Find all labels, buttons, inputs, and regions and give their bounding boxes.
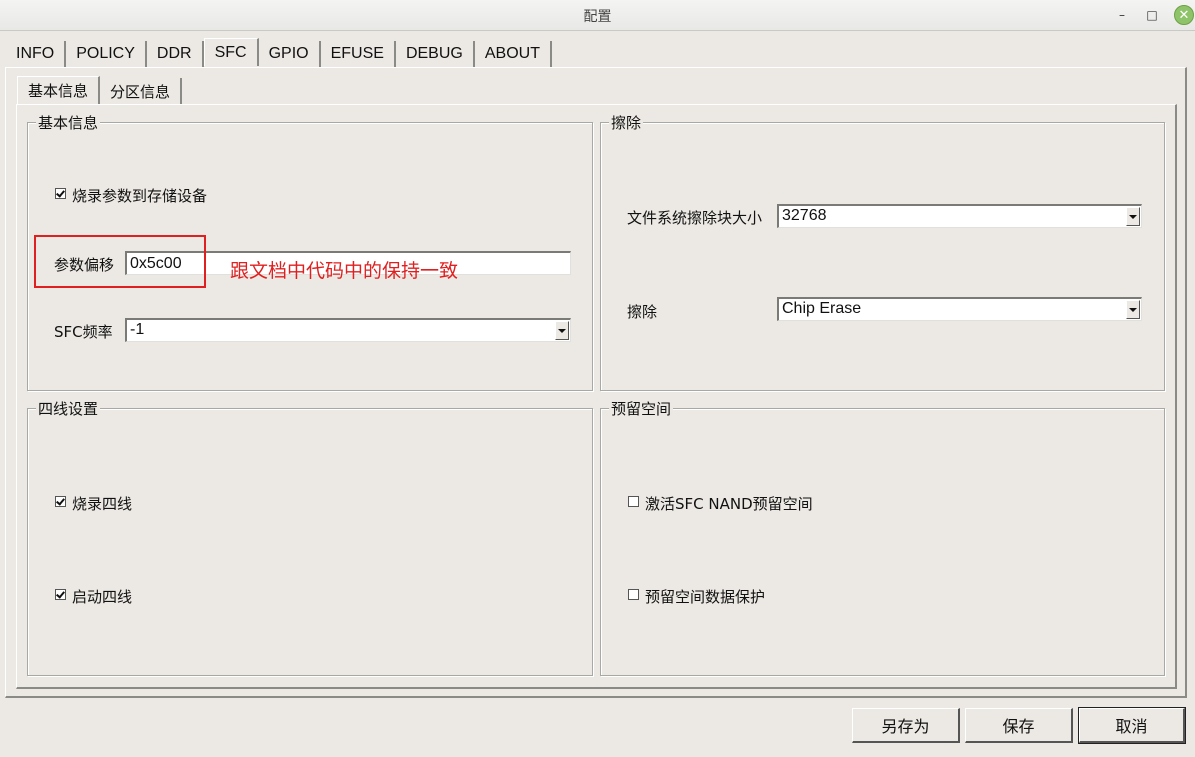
activate-reserved-label: 激活SFC NAND预留空间 (645, 495, 813, 513)
reserved-space-group: 预留空间 (600, 400, 1165, 676)
erase-mode-value: Chip Erase (782, 300, 862, 317)
burn-quad-checkbox[interactable] (55, 496, 66, 507)
boot-quad-checkbox-row[interactable]: 启动四线 (55, 586, 132, 607)
reserved-protect-checkbox[interactable] (628, 589, 639, 600)
tab-sfc[interactable]: SFC (203, 38, 259, 66)
chevron-down-icon[interactable] (1126, 300, 1140, 319)
subtab-basic-info[interactable]: 基本信息 (17, 76, 101, 104)
basic-info-group-title: 基本信息 (36, 114, 101, 132)
chevron-down-icon[interactable] (1126, 207, 1140, 226)
burn-params-label: 烧录参数到存储设备 (72, 187, 208, 205)
erase-mode-select[interactable]: Chip Erase (777, 297, 1142, 321)
save-button[interactable]: 保存 (965, 708, 1073, 743)
erase-group: 擦除 (600, 114, 1165, 391)
erase-block-size-value: 32768 (782, 207, 827, 224)
minimize-icon[interactable]: – (1113, 6, 1131, 24)
reserved-protect-label: 预留空间数据保护 (645, 588, 766, 606)
burn-quad-checkbox-row[interactable]: 烧录四线 (55, 493, 132, 514)
tab-policy[interactable]: POLICY (66, 41, 147, 67)
title-bar: 配置 – □ ✕ (0, 0, 1195, 31)
tab-efuse[interactable]: EFUSE (321, 41, 396, 67)
tab-debug[interactable]: DEBUG (396, 41, 475, 67)
cancel-button[interactable]: 取消 (1078, 707, 1186, 744)
sub-tabs: 基本信息 分区信息 (17, 76, 183, 104)
tab-about[interactable]: ABOUT (475, 41, 552, 67)
burn-params-checkbox[interactable] (55, 188, 66, 199)
annotation-highlight-box (34, 235, 206, 288)
boot-quad-label: 启动四线 (72, 588, 133, 606)
quad-settings-group: 四线设置 (27, 400, 593, 676)
boot-quad-checkbox[interactable] (55, 589, 66, 600)
window-title: 配置 (583, 9, 612, 25)
tab-gpio[interactable]: GPIO (259, 41, 321, 67)
annotation-text: 跟文档中代码中的保持一致 (230, 260, 459, 282)
erase-group-title: 擦除 (609, 114, 644, 132)
erase-block-size-select[interactable]: 32768 (777, 204, 1142, 228)
chevron-down-icon[interactable] (555, 321, 569, 340)
save-as-button[interactable]: 另存为 (852, 708, 960, 743)
sfc-freq-select[interactable]: -1 (125, 318, 571, 342)
burn-quad-label: 烧录四线 (72, 495, 133, 513)
subtab-partition-info[interactable]: 分区信息 (100, 78, 183, 104)
tab-info[interactable]: INFO (6, 41, 67, 67)
burn-params-checkbox-row[interactable]: 烧录参数到存储设备 (55, 185, 207, 206)
activate-reserved-checkbox-row[interactable]: 激活SFC NAND预留空间 (628, 493, 813, 514)
erase-mode-label: 擦除 (627, 303, 658, 321)
maximize-icon[interactable]: □ (1143, 6, 1161, 24)
main-tabs: INFO POLICY DDR SFC GPIO EFUSE DEBUG ABO… (6, 38, 552, 67)
tab-ddr[interactable]: DDR (147, 41, 204, 67)
erase-block-size-label: 文件系统擦除块大小 (627, 209, 763, 227)
close-icon[interactable]: ✕ (1174, 5, 1194, 25)
sfc-freq-label: SFC频率 (54, 323, 113, 341)
reserved-space-group-title: 预留空间 (609, 400, 674, 418)
reserved-protect-checkbox-row[interactable]: 预留空间数据保护 (628, 586, 765, 607)
activate-reserved-checkbox[interactable] (628, 496, 639, 507)
sfc-freq-value: -1 (130, 321, 145, 338)
quad-settings-group-title: 四线设置 (36, 400, 101, 418)
